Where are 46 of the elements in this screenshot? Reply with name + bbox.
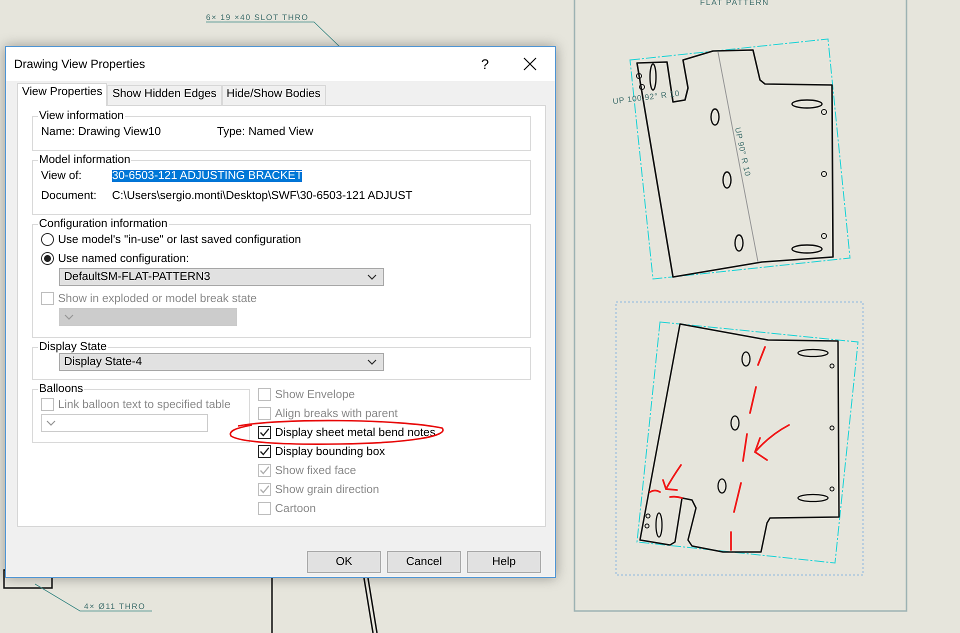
dialog-button[interactable]: Help xyxy=(467,551,541,573)
hole-note-text: 4× Ø11 THRO xyxy=(84,602,146,611)
group-title: Display State xyxy=(38,341,108,353)
tab[interactable]: Show Hidden Edges xyxy=(107,85,222,105)
checkbox-label: Show Envelope xyxy=(275,388,355,400)
bend-note: UP 90° R 10 xyxy=(733,126,752,178)
configuration-dropdown[interactable]: DefaultSM-FLAT-PATTERN3 xyxy=(59,268,384,286)
checkbox-label: Link balloon text to specified table xyxy=(58,398,231,410)
checkbox-label: Display sheet metal bend notes xyxy=(275,426,436,438)
document-path: C:\Users\sergio.monti\Desktop\SWF\30-6503-121 ADJUST xyxy=(112,190,412,202)
group-title: Model information xyxy=(38,154,132,166)
checkbox-label: Display bounding box xyxy=(275,446,385,458)
tab[interactable]: Hide/Show Bodies xyxy=(222,85,326,105)
window-title: Drawing View Properties xyxy=(14,57,146,71)
checkbox-label: Align breaks with parent xyxy=(275,408,398,420)
bend-note: UP 100.92° R 10 xyxy=(612,88,680,106)
field-label: View of: xyxy=(41,170,83,182)
radio-button[interactable] xyxy=(41,252,54,265)
group-title: Configuration information xyxy=(38,218,168,230)
view-type: Type: Named View xyxy=(217,126,314,138)
slot-note-text: 6× 19 ×40 SLOT THRO xyxy=(206,13,309,22)
group-title: View information xyxy=(38,110,125,122)
help-button[interactable]: ? xyxy=(475,56,495,72)
checkbox-label: Show grain direction xyxy=(275,484,380,496)
view-name: Name: Drawing View10 xyxy=(41,126,162,138)
dialog-button[interactable]: OK xyxy=(307,551,381,573)
checkbox-label: Cartoon xyxy=(275,502,316,514)
table-dropdown[interactable] xyxy=(41,414,208,432)
chevron-down-icon xyxy=(367,359,377,365)
chevron-down-icon xyxy=(46,420,56,426)
radio-label: Use named configuration: xyxy=(58,252,190,264)
checkbox-label: Show in exploded or model break state xyxy=(58,292,257,304)
close-icon[interactable] xyxy=(523,57,537,71)
tab[interactable]: View Properties xyxy=(17,83,108,106)
radio-button[interactable] xyxy=(41,233,54,246)
checkbox[interactable] xyxy=(258,445,271,458)
chevron-down-icon xyxy=(64,314,74,320)
field-label: Document: xyxy=(41,190,98,202)
group-title: Balloons xyxy=(38,383,84,395)
display-state-dropdown[interactable]: Display State-4 xyxy=(59,353,384,371)
checkbox[interactable] xyxy=(258,426,271,439)
chevron-down-icon xyxy=(367,274,377,280)
dialog-button[interactable]: Cancel xyxy=(387,551,461,573)
radio-label: Use model's "in-use" or last saved configuration xyxy=(58,234,302,246)
checkbox-label: Show fixed face xyxy=(275,464,356,476)
model-name: 30-6503-121 ADJUSTING BRACKET xyxy=(112,170,302,182)
